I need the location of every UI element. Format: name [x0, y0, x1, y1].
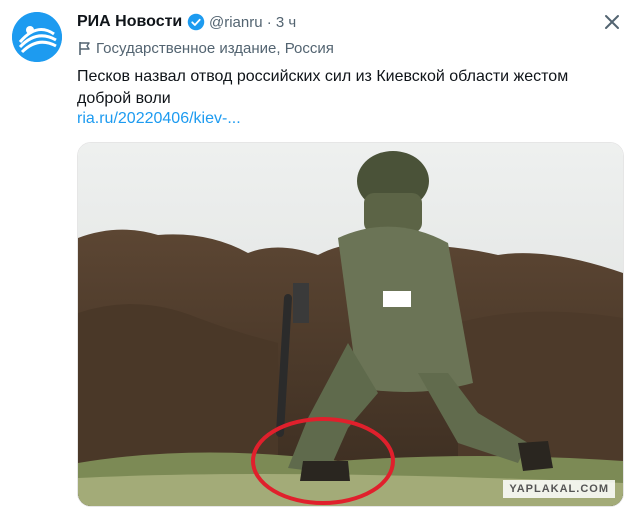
author-name[interactable]: РИА Новости — [77, 13, 182, 31]
close-icon[interactable] — [602, 12, 622, 32]
author-handle-time[interactable]: @rianru · 3 ч — [209, 14, 296, 31]
flag-icon — [79, 42, 90, 55]
tweet-text: Песков назвал отвод российских сил из Ки… — [77, 68, 569, 107]
verified-badge-icon — [187, 13, 205, 31]
ria-logo-icon — [12, 12, 62, 62]
watermark: YAPLAKAL.COM — [503, 480, 615, 498]
tweet-photo[interactable]: YAPLAKAL.COM — [77, 142, 624, 507]
tweet-link[interactable]: ria.ru/20220406/kiev-... — [77, 110, 241, 128]
avatar[interactable] — [12, 12, 62, 62]
state-media-label-text: Государственное издание, Россия — [96, 40, 334, 57]
soldier-photo — [78, 143, 623, 506]
tweet-header: РИА Новости @rianru · 3 ч — [77, 10, 626, 34]
